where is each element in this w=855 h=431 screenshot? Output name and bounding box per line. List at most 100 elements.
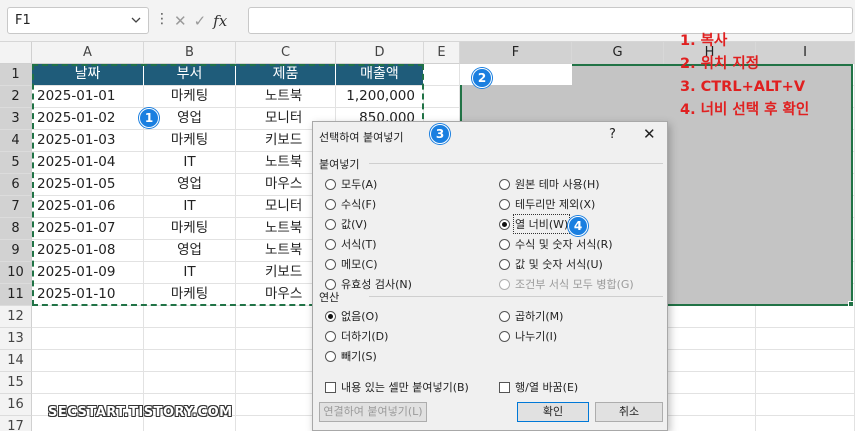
cell[interactable] (32, 328, 144, 350)
paste-option[interactable]: 모두(A) (325, 176, 377, 192)
paste-option[interactable]: 수식 및 숫자 서식(R) (499, 236, 613, 252)
column-header-d[interactable]: D (336, 42, 424, 64)
column-header-a[interactable]: A (32, 42, 144, 64)
cell[interactable] (664, 394, 756, 416)
radio-button[interactable] (499, 218, 510, 230)
radio-button[interactable] (499, 178, 510, 190)
paste-option[interactable]: 조건부 서식 모두 병합(G) (499, 276, 634, 292)
radio-button[interactable] (325, 238, 336, 250)
table-header-cell[interactable]: 제품 (236, 64, 336, 86)
paste-option[interactable]: 원본 테마 사용(H) (499, 176, 600, 192)
table-cell[interactable]: 영업 (144, 174, 236, 196)
row-header-9[interactable]: 9 (0, 240, 32, 262)
radio-button[interactable] (325, 330, 336, 342)
table-cell[interactable]: 2025-01-06 (32, 196, 144, 218)
cell[interactable] (756, 306, 855, 328)
table-header-cell[interactable]: 매출액 (336, 64, 424, 86)
column-header-e[interactable]: E (424, 42, 460, 64)
skip-blanks-checkbox[interactable]: 내용 있는 셀만 붙여넣기(B) (325, 379, 469, 395)
paste-option[interactable]: 메모(C) (325, 256, 378, 272)
transpose-checkbox[interactable]: 행/열 바꿈(E) (499, 379, 578, 395)
radio-button[interactable] (499, 198, 510, 210)
row-header-16[interactable]: 16 (0, 394, 32, 416)
table-cell[interactable]: 영업 (144, 240, 236, 262)
cell[interactable] (32, 350, 144, 372)
radio-button[interactable] (499, 330, 510, 342)
column-header-c[interactable]: C (236, 42, 336, 64)
select-all-corner[interactable] (0, 42, 32, 64)
cell[interactable] (756, 394, 855, 416)
cell[interactable] (756, 350, 855, 372)
row-header-5[interactable]: 5 (0, 152, 32, 174)
cell[interactable] (756, 372, 855, 394)
cell[interactable] (664, 416, 756, 431)
table-cell[interactable]: IT (144, 152, 236, 174)
row-header-17[interactable]: 17 (0, 416, 32, 431)
cell[interactable] (756, 328, 855, 350)
cell[interactable] (424, 86, 460, 108)
row-header-11[interactable]: 11 (0, 284, 32, 306)
operation-option[interactable]: 더하기(D) (325, 328, 388, 344)
table-cell[interactable]: 2025-01-08 (32, 240, 144, 262)
cell[interactable] (424, 64, 460, 86)
table-cell[interactable]: 2025-01-09 (32, 262, 144, 284)
row-header-12[interactable]: 12 (0, 306, 32, 328)
row-header-13[interactable]: 13 (0, 328, 32, 350)
cell[interactable] (664, 306, 756, 328)
cell[interactable] (32, 372, 144, 394)
checkbox-box[interactable] (325, 381, 336, 393)
table-cell[interactable]: 마케팅 (144, 284, 236, 306)
check-icon[interactable]: ✓ (194, 12, 207, 30)
column-header-g[interactable]: G (572, 42, 664, 64)
table-cell[interactable]: 2025-01-01 (32, 86, 144, 108)
table-cell[interactable]: 2025-01-05 (32, 174, 144, 196)
cell[interactable] (664, 372, 756, 394)
radio-button[interactable] (499, 310, 510, 322)
paste-option[interactable]: 테두리만 제외(X) (499, 196, 595, 212)
more-options-icon[interactable]: ⋮ (155, 11, 169, 27)
column-header-b[interactable]: B (144, 42, 236, 64)
radio-button[interactable] (325, 178, 336, 190)
dialog-close-button[interactable]: ✕ (643, 125, 656, 143)
operation-option[interactable]: 빼기(S) (325, 348, 377, 364)
chevron-down-icon[interactable] (130, 14, 142, 26)
radio-button[interactable] (499, 238, 510, 250)
row-header-2[interactable]: 2 (0, 86, 32, 108)
paste-option[interactable]: 서식(T) (325, 236, 377, 252)
row-header-6[interactable]: 6 (0, 174, 32, 196)
help-button[interactable]: ? (609, 127, 616, 142)
operation-option[interactable]: 없음(O) (325, 308, 378, 324)
name-box[interactable]: F1 (7, 7, 149, 34)
row-header-10[interactable]: 10 (0, 262, 32, 284)
table-cell[interactable]: 2025-01-04 (32, 152, 144, 174)
radio-button[interactable] (325, 218, 336, 230)
table-cell[interactable]: 마케팅 (144, 86, 236, 108)
table-cell[interactable]: 노트북 (236, 86, 336, 108)
operation-option[interactable]: 곱하기(M) (499, 308, 563, 324)
table-header-cell[interactable]: 날짜 (32, 64, 144, 86)
checkbox-box[interactable] (499, 381, 510, 393)
table-cell[interactable]: 2025-01-02 (32, 108, 144, 130)
cell[interactable] (144, 328, 236, 350)
paste-option[interactable]: 값(V) (325, 216, 367, 232)
fill-handle[interactable] (848, 301, 854, 307)
insert-function-button[interactable]: fx (213, 12, 227, 30)
row-header-3[interactable]: 3 (0, 108, 32, 130)
row-header-1[interactable]: 1 (0, 64, 32, 86)
radio-button[interactable] (499, 258, 510, 270)
cell[interactable] (32, 306, 144, 328)
cell[interactable] (144, 306, 236, 328)
radio-button[interactable] (325, 258, 336, 270)
row-header-15[interactable]: 15 (0, 372, 32, 394)
row-header-7[interactable]: 7 (0, 196, 32, 218)
table-cell[interactable]: IT (144, 196, 236, 218)
table-cell[interactable]: 2025-01-03 (32, 130, 144, 152)
table-cell[interactable]: 2025-01-10 (32, 284, 144, 306)
cell[interactable] (664, 328, 756, 350)
column-header-f[interactable]: F (460, 42, 572, 64)
cell[interactable] (144, 372, 236, 394)
row-header-8[interactable]: 8 (0, 218, 32, 240)
row-header-14[interactable]: 14 (0, 350, 32, 372)
radio-button[interactable] (325, 278, 336, 290)
radio-button[interactable] (325, 350, 336, 362)
